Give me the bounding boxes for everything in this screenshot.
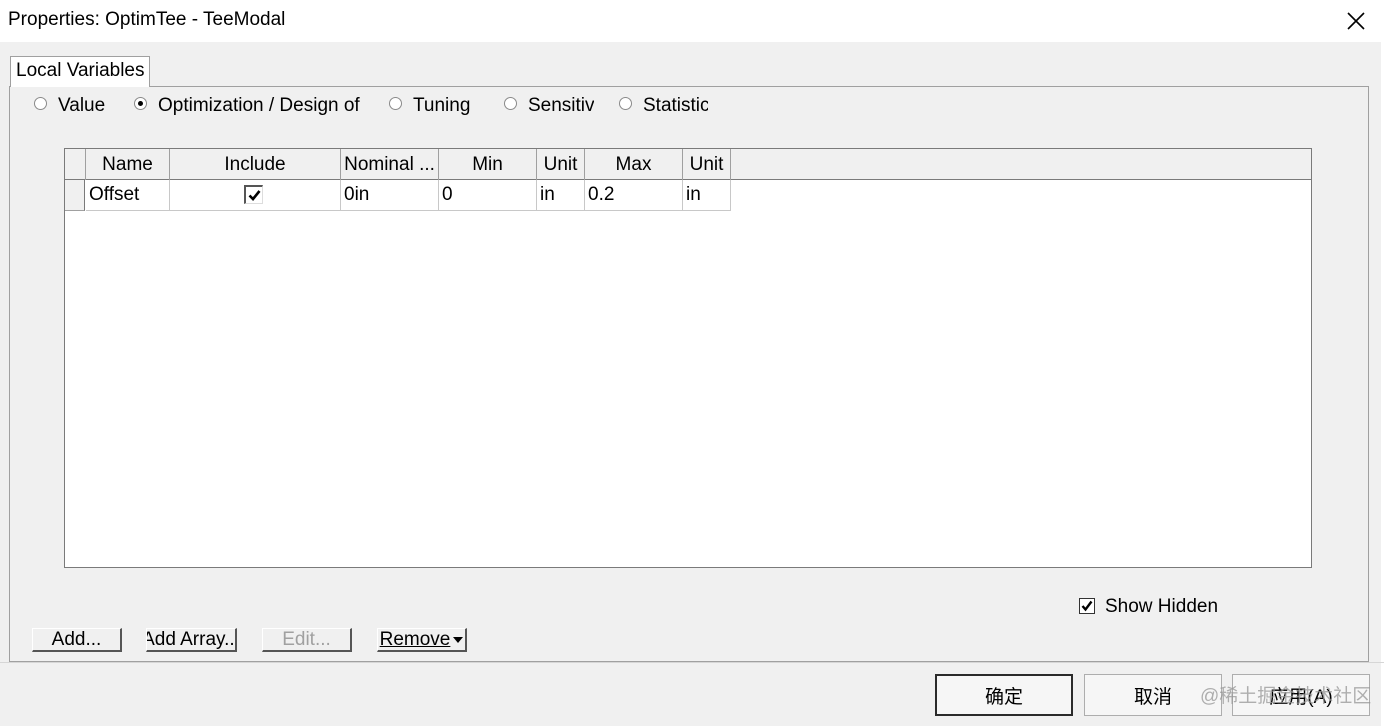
column-header-nominal[interactable]: Nominal ... [341,149,439,180]
cell-min[interactable]: 0 [439,180,537,211]
radio-circle [619,97,632,110]
column-header-min-unit[interactable]: Unit [537,149,585,180]
cell-include[interactable] [170,180,341,211]
checkmark-icon [248,190,261,201]
row-header[interactable] [65,180,85,211]
cell-name[interactable]: Offset [86,180,170,211]
radio-label: Statistic [643,95,708,116]
column-header-max-unit[interactable]: Unit [683,149,731,180]
separator [0,662,1384,663]
edit-button[interactable]: Edit... [262,628,352,652]
radio-label: Value [58,95,106,116]
column-header-include[interactable]: Include [170,149,341,180]
column-header-min[interactable]: Min [439,149,537,180]
radio-selected-dot [138,101,143,106]
cell-min-unit[interactable]: in [537,180,585,211]
radio-circle [389,97,402,110]
radio-optimization[interactable]: Optimization / Design of [134,95,374,117]
show-hidden-label: Show Hidden [1105,596,1219,617]
radio-value[interactable]: Value [34,95,114,117]
window-title: Properties: OptimTee - TeeModal [8,9,286,30]
radio-circle [504,97,517,110]
column-header-name[interactable]: Name [86,149,170,180]
remove-button[interactable]: Remove [377,628,467,652]
include-checkbox[interactable] [244,185,263,204]
cell-max-unit[interactable]: in [683,180,731,211]
show-hidden-box [1079,598,1095,614]
radio-sensitivity[interactable]: Sensitiv [504,95,596,117]
radio-label: Optimization / Design of [158,95,360,116]
radio-circle [134,97,147,110]
watermark: @稀土掘金技术社区 [1200,686,1372,707]
column-header-max[interactable]: Max [585,149,683,180]
checkmark-icon [1081,600,1093,612]
cell-max[interactable]: 0.2 [585,180,683,211]
radio-label: Tuning [413,95,471,116]
cell-nominal[interactable]: 0in [341,180,439,211]
add-array-button[interactable]: Add Array... [146,628,237,652]
dropdown-arrow-icon [453,636,464,643]
add-button[interactable]: Add... [32,628,122,652]
close-button[interactable] [1330,0,1382,42]
show-hidden-checkbox[interactable]: Show Hidden [1079,596,1229,618]
remove-label: Remove [379,628,451,650]
ok-button[interactable]: 确定 [935,674,1073,716]
header-corner [65,149,86,180]
radio-statistical[interactable]: Statistic [619,95,709,117]
radio-circle [34,97,47,110]
radio-label: Sensitiv [528,95,594,116]
close-icon [1347,12,1365,30]
tab-label: Local Variables [16,60,145,81]
variables-table[interactable] [64,148,1312,568]
radio-tuning[interactable]: Tuning [389,95,479,117]
